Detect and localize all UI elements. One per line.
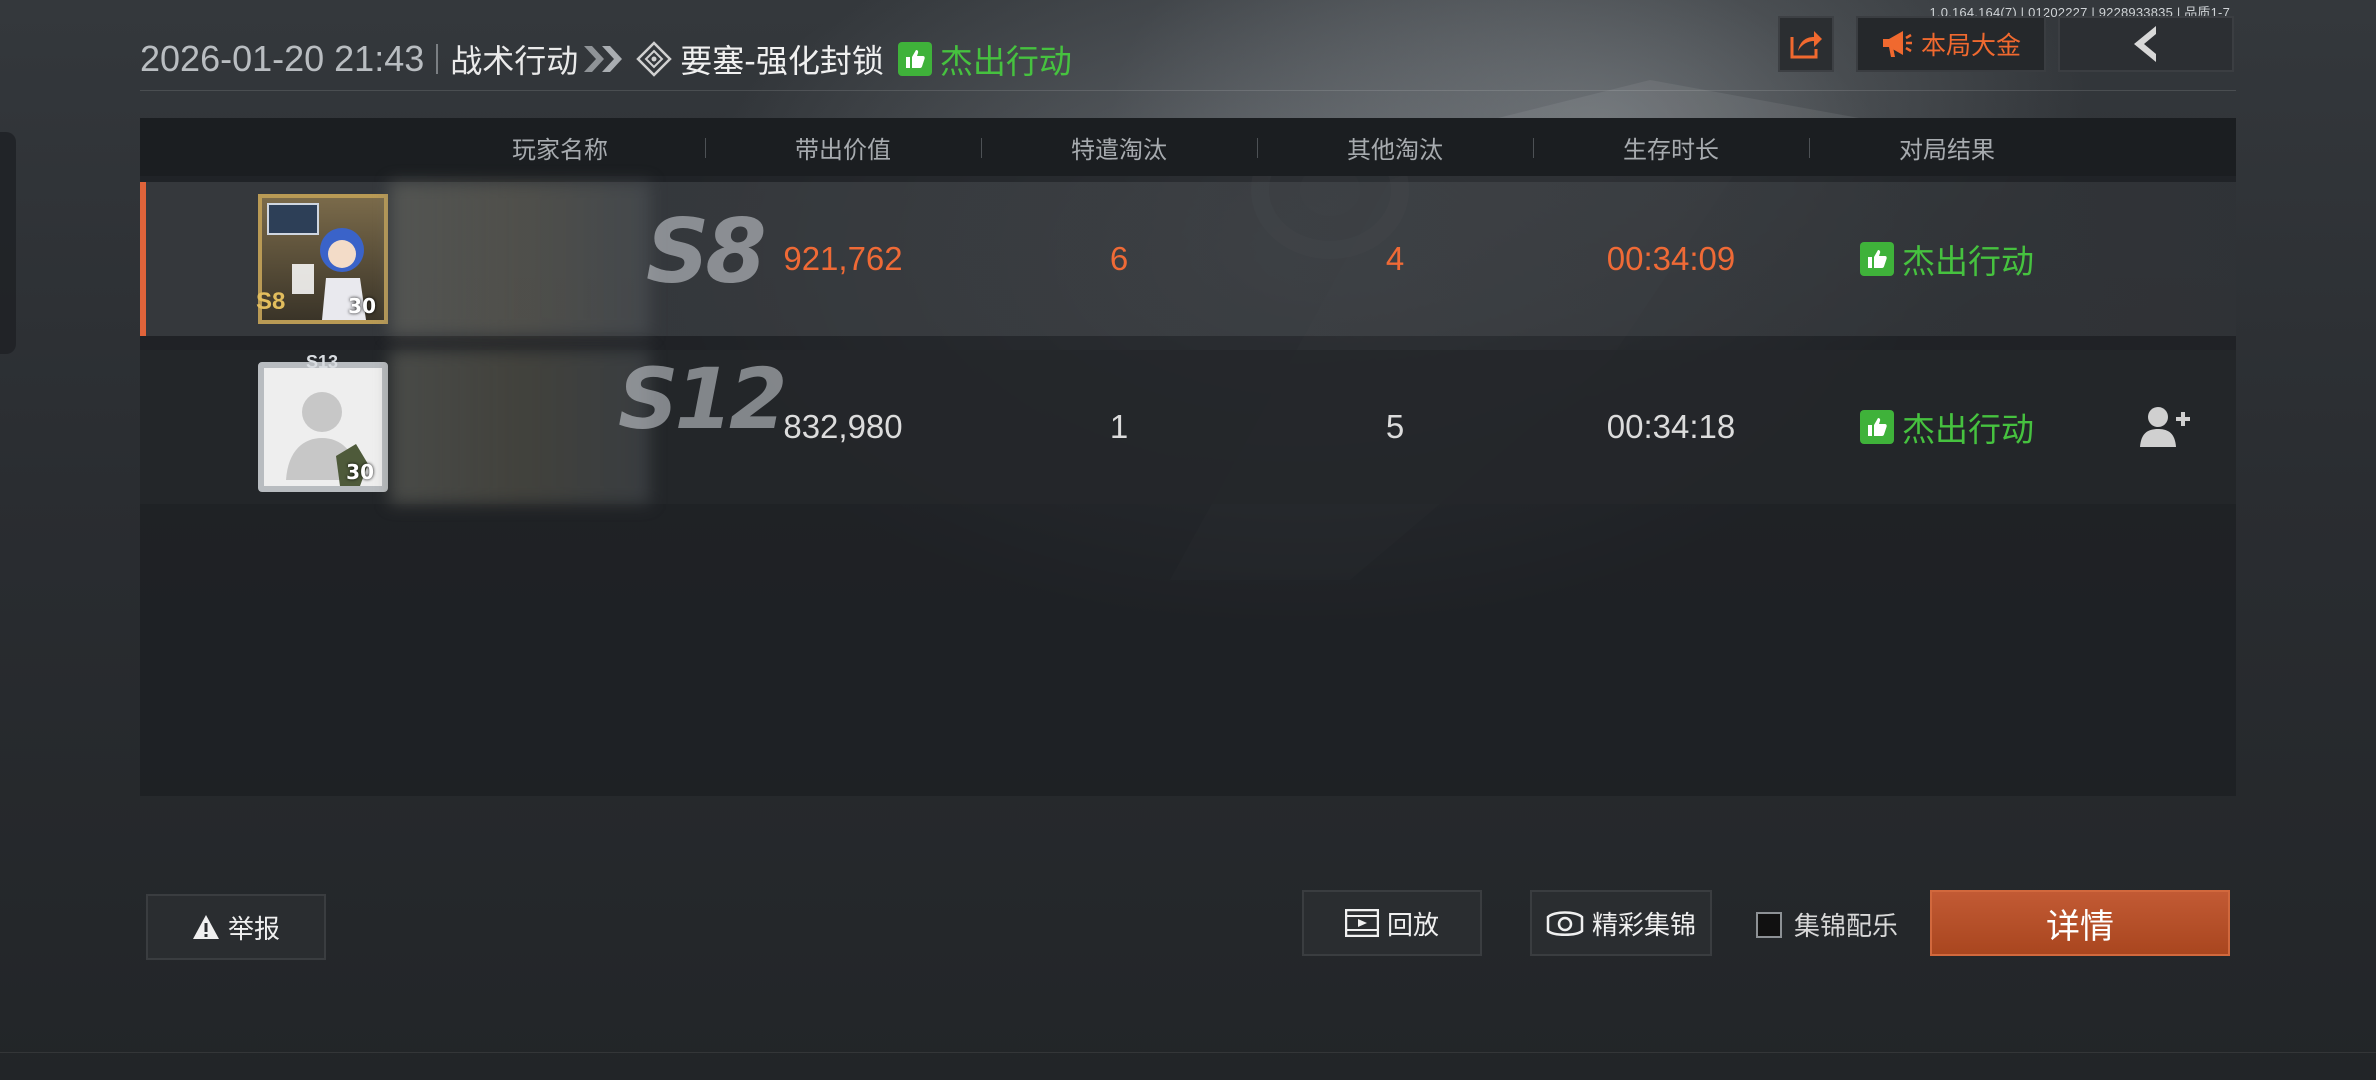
share-button[interactable] [1778, 16, 1834, 72]
header-result-label: 杰出行动 [939, 42, 1072, 81]
share-icon [1790, 31, 1822, 59]
blurred-player-name [390, 350, 650, 504]
self-row-accent [140, 182, 146, 336]
report-button[interactable]: 举报 [146, 894, 326, 960]
match-result: 杰出行动 [1809, 350, 2085, 504]
announce-label: 本局大金 [1920, 31, 2021, 60]
rank-badge: S13 [306, 352, 339, 372]
col-survival-time: 生存时长 [1623, 135, 1719, 164]
highlights-button[interactable]: 精彩集锦 [1530, 890, 1712, 956]
back-arrow-icon [2134, 26, 2156, 62]
match-stats-table: 玩家名称 带出价值 特遣淘汰 其他淘汰 生存时长 对局结果 30 S8 S8 9… [140, 118, 2236, 796]
rank-badge: S8 [256, 288, 286, 315]
add-friend-icon [2140, 407, 2190, 447]
player-level: 30 [346, 460, 374, 484]
survival-time: 00:34:18 [1606, 408, 1736, 445]
bottom-divider [0, 1052, 2376, 1053]
match-result-label: 杰出行动 [1902, 242, 2034, 281]
col-match-result: 对局结果 [1899, 135, 1995, 164]
header-divider [436, 44, 439, 74]
special-kills: 6 [1109, 240, 1129, 277]
thumbs-up-icon [1860, 242, 1894, 276]
match-result: 杰出行动 [1809, 182, 2085, 336]
other-kills: 4 [1385, 240, 1405, 277]
header-divider-line [140, 90, 2236, 91]
header-result-badge: 杰出行动 [897, 35, 1072, 83]
special-kills: 1 [1109, 408, 1129, 445]
double-chevron-icon [582, 44, 626, 74]
replay-button[interactable]: 回放 [1302, 890, 1482, 956]
col-extract-value: 带出价值 [795, 135, 891, 164]
avatar[interactable]: 30 [258, 362, 388, 492]
thumbs-up-icon [1860, 410, 1894, 444]
match-header: 2026-01-20 21:43 战术行动 要塞-强化封锁 杰出行动 [140, 30, 1072, 88]
replay-label: 回放 [1386, 910, 1439, 941]
blurred-player-name [390, 182, 650, 336]
table-row[interactable]: 30 S8 S8 921,762 6 4 00:34:09 杰出行动 [140, 182, 2236, 336]
other-kills: 5 [1385, 408, 1405, 445]
table-header: 玩家名称 带出价值 特遣淘汰 其他淘汰 生存时长 对局结果 [140, 118, 2236, 176]
map-diamond-icon [636, 41, 673, 77]
extract-value: 832,980 [783, 408, 903, 445]
warning-icon [192, 915, 219, 939]
details-button[interactable]: 详情 [1930, 890, 2230, 956]
megaphone-icon [1882, 31, 1912, 57]
map-name: 要塞-强化封锁 [680, 42, 884, 80]
add-friend-button[interactable] [2130, 394, 2200, 460]
announce-big-gold-button[interactable]: 本局大金 [1856, 16, 2046, 72]
thumbs-up-icon [897, 42, 932, 76]
player-level: 30 [348, 294, 376, 318]
side-drawer-tab[interactable] [0, 132, 16, 354]
highlights-label: 精彩集锦 [1591, 910, 1696, 941]
extract-value: 921,762 [783, 240, 903, 277]
report-label: 举报 [227, 914, 280, 945]
film-icon [1344, 909, 1379, 937]
music-checkbox[interactable] [1756, 911, 1782, 938]
col-special-kills: 特遣淘汰 [1071, 135, 1167, 164]
survival-time: 00:34:09 [1606, 240, 1736, 277]
highlight-music-toggle[interactable]: 集锦配乐 [1756, 906, 1898, 943]
camera-icon [1546, 911, 1584, 936]
col-other-kills: 其他淘汰 [1347, 135, 1443, 164]
game-mode: 战术行动 [450, 42, 579, 80]
details-label: 详情 [2046, 906, 2114, 947]
music-label: 集锦配乐 [1794, 912, 1899, 942]
back-button[interactable] [2058, 16, 2234, 72]
match-datetime: 2026-01-20 21:43 [140, 38, 425, 79]
match-result-label: 杰出行动 [1902, 410, 2034, 449]
table-row[interactable]: 30 S13 S12 832,980 1 5 00:34:18 杰出行动 [140, 350, 2236, 504]
